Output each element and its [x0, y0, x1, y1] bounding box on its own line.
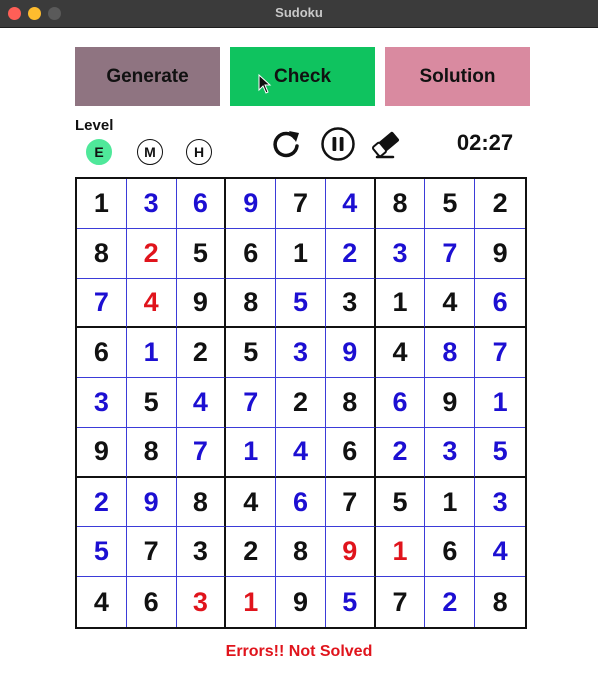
sudoku-cell[interactable]: 6 [325, 427, 376, 478]
sudoku-cell[interactable]: 4 [176, 378, 227, 428]
sudoku-cell[interactable]: 9 [325, 527, 376, 578]
sudoku-cell[interactable]: 4 [425, 278, 476, 329]
sudoku-cell[interactable]: 5 [375, 477, 426, 528]
generate-button[interactable]: Generate [75, 47, 220, 106]
sudoku-cell[interactable]: 4 [325, 179, 376, 229]
sudoku-cell[interactable]: 1 [425, 477, 476, 528]
sudoku-cell[interactable]: 1 [77, 179, 127, 229]
sudoku-cell[interactable]: 6 [226, 228, 277, 279]
sudoku-cell[interactable]: 3 [126, 179, 177, 229]
sudoku-cell[interactable]: 1 [375, 527, 426, 578]
refresh-icon[interactable] [268, 126, 304, 162]
sudoku-cell[interactable]: 1 [276, 228, 326, 279]
sudoku-cell[interactable]: 7 [176, 427, 227, 478]
sudoku-cell[interactable]: 8 [77, 228, 127, 279]
sudoku-cell[interactable]: 4 [226, 477, 277, 528]
sudoku-cell[interactable]: 5 [475, 428, 525, 478]
sudoku-cell[interactable]: 5 [77, 527, 127, 578]
sudoku-cell[interactable]: 2 [77, 477, 127, 528]
sudoku-cell[interactable]: 8 [375, 179, 426, 229]
level-easy-button[interactable]: E [86, 139, 112, 165]
sudoku-cell[interactable]: 7 [276, 179, 326, 229]
sudoku-cell[interactable]: 7 [475, 328, 525, 379]
sudoku-cell[interactable]: 8 [425, 328, 476, 379]
status-message: Errors!! Not Solved [225, 643, 373, 660]
sudoku-cell[interactable]: 3 [425, 427, 476, 478]
sudoku-cell[interactable]: 3 [176, 527, 227, 578]
sudoku-cell[interactable]: 2 [475, 179, 525, 229]
timer-display: 02:27 [456, 130, 514, 155]
sudoku-cell[interactable]: 1 [226, 427, 277, 478]
sudoku-cell[interactable]: 9 [126, 477, 177, 528]
sudoku-cell[interactable]: 5 [276, 278, 326, 329]
sudoku-cell[interactable]: 5 [126, 378, 177, 428]
sudoku-cell[interactable]: 6 [176, 179, 227, 229]
sudoku-cell[interactable]: 5 [226, 328, 277, 379]
sudoku-cell[interactable]: 4 [77, 577, 127, 627]
sudoku-cell[interactable]: 8 [126, 427, 177, 478]
sudoku-cell[interactable]: 3 [475, 478, 525, 528]
pause-icon[interactable] [320, 126, 356, 162]
sudoku-cell[interactable]: 2 [425, 577, 476, 627]
window-title: Sudoku [275, 5, 323, 20]
sudoku-cell[interactable]: 8 [226, 278, 277, 329]
solution-button[interactable]: Solution [385, 47, 530, 106]
sudoku-cell[interactable]: 6 [425, 527, 476, 578]
sudoku-cell[interactable]: 5 [326, 577, 376, 627]
sudoku-cell[interactable]: 7 [425, 228, 476, 279]
sudoku-cell[interactable]: 7 [77, 278, 127, 329]
sudoku-cell[interactable]: 8 [325, 378, 376, 428]
sudoku-cell[interactable]: 2 [176, 328, 227, 379]
sudoku-cell[interactable]: 1 [475, 378, 525, 428]
sudoku-cell[interactable]: 7 [226, 378, 277, 428]
sudoku-cell[interactable]: 6 [475, 279, 525, 329]
sudoku-cell[interactable]: 3 [375, 228, 426, 279]
sudoku-cell[interactable]: 8 [176, 477, 227, 528]
sudoku-cell[interactable]: 9 [77, 427, 127, 478]
sudoku-cell[interactable]: 9 [276, 577, 326, 627]
sudoku-cell[interactable]: 6 [375, 378, 426, 428]
sudoku-cell[interactable]: 1 [126, 328, 177, 379]
sudoku-grid: 1369748528256123797498531466125394873547… [75, 177, 527, 629]
sudoku-cell[interactable]: 9 [176, 278, 227, 329]
sudoku-cell[interactable]: 7 [126, 527, 177, 578]
sudoku-cell[interactable]: 2 [276, 378, 326, 428]
sudoku-cell[interactable]: 4 [475, 527, 525, 578]
sudoku-cell[interactable]: 1 [226, 577, 277, 627]
sudoku-cell[interactable]: 5 [176, 228, 227, 279]
sudoku-cell[interactable]: 9 [425, 378, 476, 428]
sudoku-cell[interactable]: 3 [177, 577, 227, 627]
sudoku-cell[interactable]: 4 [375, 328, 426, 379]
sudoku-cell[interactable]: 4 [276, 427, 326, 478]
sudoku-cell[interactable]: 3 [276, 328, 326, 379]
sudoku-cell[interactable]: 2 [226, 527, 277, 578]
sudoku-cell[interactable]: 2 [126, 228, 177, 279]
sudoku-cell[interactable]: 5 [425, 179, 476, 229]
sudoku-cell[interactable]: 3 [77, 378, 127, 428]
level-medium-button[interactable]: M [137, 139, 163, 165]
sudoku-cell[interactable]: 4 [126, 278, 177, 329]
sudoku-cell[interactable]: 1 [375, 278, 426, 329]
sudoku-cell[interactable]: 6 [276, 477, 326, 528]
sudoku-cell[interactable]: 9 [325, 328, 376, 379]
level-hard-button[interactable]: H [186, 139, 212, 165]
sudoku-cell[interactable]: 3 [325, 278, 376, 329]
sudoku-cell[interactable]: 6 [77, 328, 127, 379]
sudoku-cell[interactable]: 9 [475, 229, 525, 279]
sudoku-cell[interactable]: 8 [276, 527, 326, 578]
mouse-cursor-icon [258, 74, 272, 94]
app-window: Sudoku Generate Check Solution Level E M… [0, 0, 598, 676]
sudoku-cell[interactable]: 7 [325, 477, 376, 528]
check-button[interactable]: Check [230, 47, 375, 106]
level-label: Level [75, 117, 114, 134]
sudoku-cell[interactable]: 6 [127, 577, 177, 627]
sudoku-cell[interactable]: 2 [325, 228, 376, 279]
sudoku-cell[interactable]: 8 [475, 577, 525, 627]
sudoku-cell[interactable]: 9 [226, 179, 277, 229]
sudoku-cell[interactable]: 2 [375, 427, 426, 478]
eraser-icon[interactable] [368, 126, 404, 162]
sudoku-cell[interactable]: 7 [376, 577, 426, 627]
title-bar: Sudoku [0, 0, 598, 28]
